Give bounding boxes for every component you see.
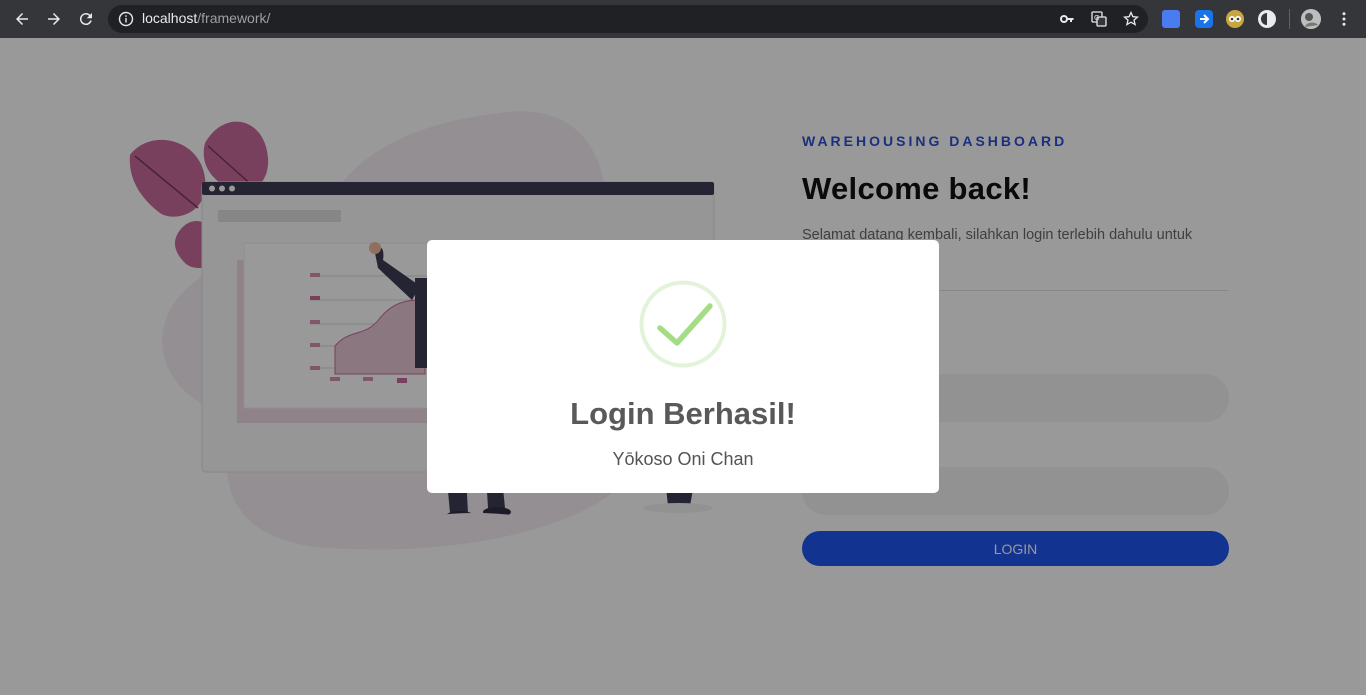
extension-icon[interactable] [1195,10,1213,28]
back-icon[interactable] [10,7,34,31]
modal-title: Login Berhasil! [570,396,796,431]
dark-mode-extension-icon[interactable] [1258,10,1276,28]
menu-icon[interactable] [1332,7,1356,31]
success-modal: Login Berhasil! Yōkoso Oni Chan [427,240,939,493]
owl-extension-icon[interactable] [1226,10,1244,28]
address-bar[interactable]: localhost/framework/ G [108,5,1148,33]
profile-avatar[interactable] [1301,9,1321,29]
forward-icon[interactable] [42,7,66,31]
reload-icon[interactable] [74,7,98,31]
star-icon[interactable] [1123,11,1139,27]
success-check-icon [639,280,727,368]
modal-message: Yōkoso Oni Chan [612,449,754,469]
url-text: localhost/framework/ [142,10,271,26]
browser-toolbar: localhost/framework/ G [0,0,1366,38]
key-icon[interactable] [1059,11,1075,27]
translate-icon[interactable]: G [1091,11,1107,27]
google-translate-extension-icon[interactable] [1162,10,1180,28]
svg-text:G: G [1094,14,1099,22]
info-icon[interactable] [118,11,134,27]
toolbar-separator [1289,9,1290,29]
